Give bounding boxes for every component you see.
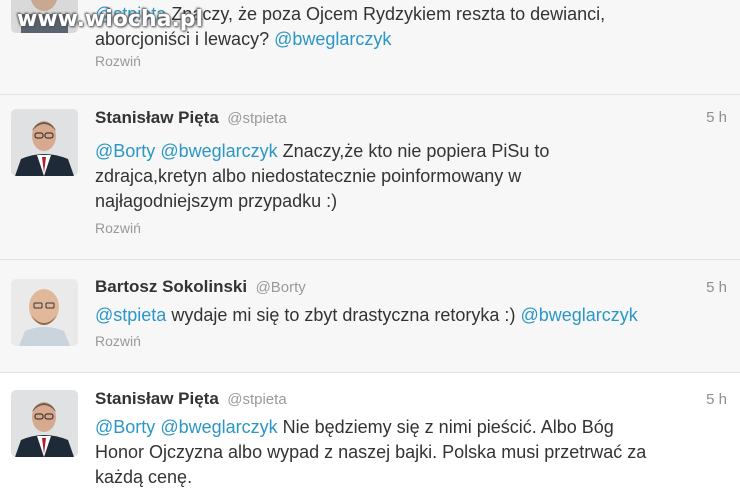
tweet-item[interactable]: Bartosz Sokolinski @Borty 5 h @stpieta w… — [0, 260, 740, 373]
tweet-timestamp[interactable]: 5 h — [706, 391, 727, 408]
tweet-header: Bartosz Sokolinski @Borty — [95, 277, 306, 299]
tweet-timestamp[interactable]: 5 h — [706, 109, 727, 126]
tweet-header: Stanisław Pięta @stpieta — [95, 108, 287, 130]
mention-link[interactable]: @stpieta — [95, 305, 166, 325]
tweet-item[interactable]: Stanisław Pięta @stpieta 5 h @Borty @bwe… — [0, 95, 740, 260]
avatar[interactable] — [11, 279, 78, 346]
tweet-timestamp[interactable]: 5 h — [706, 279, 727, 296]
expand-link[interactable]: Rozwiń — [95, 333, 141, 349]
tweet-text: @Borty @bweglarczyk Znaczy,że kto nie po… — [95, 141, 550, 211]
mention-link[interactable]: @Borty — [95, 141, 155, 161]
tweet-feed: @stpieta Znaczy, że poza Ojcem Rydzykiem… — [0, 0, 740, 492]
tweet-text: @stpieta wydaje mi się to zbyt drastyczn… — [95, 305, 638, 325]
tweet-item[interactable]: Stanisław Pięta @stpieta 5 h @Borty @bwe… — [0, 373, 740, 492]
tweet-text: @Borty @bweglarczyk Nie będziemy się z n… — [95, 417, 647, 487]
avatar[interactable] — [11, 390, 78, 457]
mention-link[interactable]: @bweglarczyk — [160, 417, 277, 437]
user-name[interactable]: Bartosz Sokolinski — [95, 277, 247, 296]
expand-link[interactable]: Rozwiń — [95, 220, 141, 236]
mention-link[interactable]: @bweglarczyk — [520, 305, 637, 325]
mention-link[interactable]: @bweglarczyk — [274, 29, 391, 49]
man-in-suit-icon — [11, 109, 78, 176]
user-name[interactable]: Stanisław Pięta — [95, 389, 219, 408]
user-name[interactable]: Stanisław Pięta — [95, 108, 219, 127]
mention-link[interactable]: @bweglarczyk — [160, 141, 277, 161]
user-handle[interactable]: @stpieta — [227, 391, 286, 408]
tweet-header: Stanisław Pięta @stpieta — [95, 389, 287, 411]
mention-link[interactable]: @Borty — [95, 417, 155, 437]
user-handle[interactable]: @stpieta — [227, 110, 286, 127]
expand-link[interactable]: Rozwiń — [95, 53, 141, 69]
man-in-suit-icon — [11, 390, 78, 457]
smiling-bald-man-icon — [11, 279, 78, 346]
site-watermark: www.wiocha.pl — [17, 7, 204, 32]
user-handle[interactable]: @Borty — [256, 279, 306, 296]
avatar[interactable] — [11, 109, 78, 176]
